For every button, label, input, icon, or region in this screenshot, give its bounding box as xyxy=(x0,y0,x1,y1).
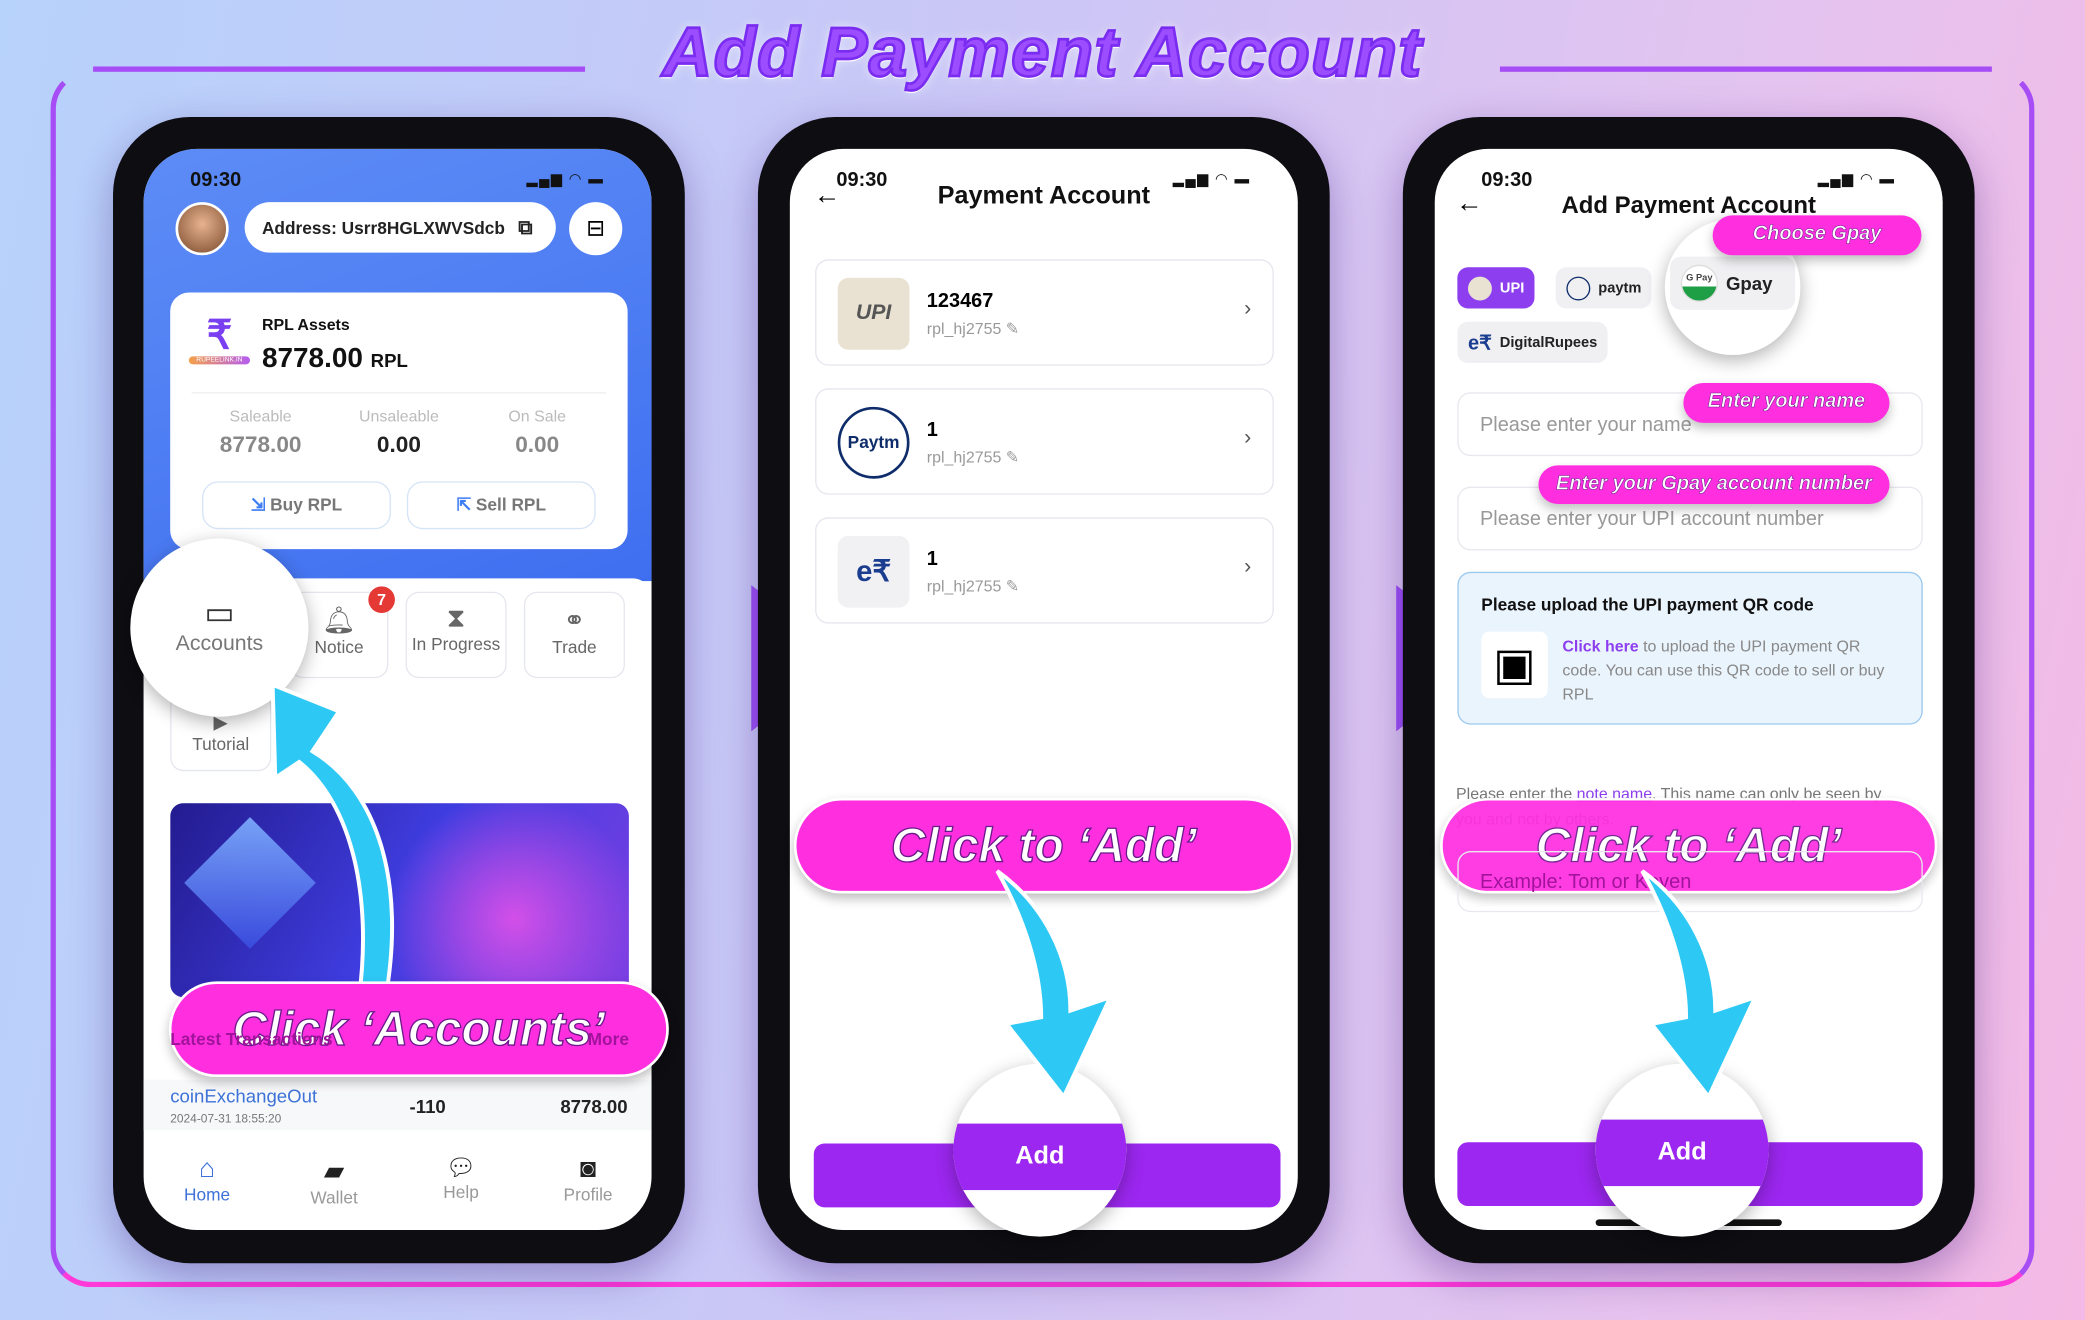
avatar[interactable] xyxy=(175,202,229,256)
hourglass-icon: ⧗ xyxy=(446,603,466,633)
nav-profile[interactable]: ◙ Profile xyxy=(525,1154,652,1230)
qr-code-icon: ▣ xyxy=(1481,631,1548,699)
buy-rpl-button[interactable]: ⇲ Buy RPL xyxy=(202,481,391,530)
assets-value: 8778.00 RPL xyxy=(261,343,408,374)
pointer-arrow-add xyxy=(995,869,1115,1101)
signal-wifi-battery-icon: ▂▄▆ ◠ ▬ xyxy=(1817,171,1896,188)
tx-name: coinExchangeOut xyxy=(170,1085,318,1107)
stat-saleable: Saleable 8778.00 xyxy=(219,406,302,458)
latest-transactions-row: Latest Transactions More xyxy=(170,1029,629,1049)
account-item[interactable]: e₹ 1 rpl_hj2755 ✎ › xyxy=(815,517,1274,624)
home-icon: ⌂ xyxy=(199,1154,216,1184)
paytm-logo: Paytm xyxy=(837,406,910,479)
tile-trade[interactable]: ⚭ Trade xyxy=(523,591,625,679)
status-time: 09:30 xyxy=(190,168,242,192)
sell-rpl-button[interactable]: ⇱ Sell RPL xyxy=(406,481,596,530)
scan-button[interactable]: ⊟ xyxy=(569,202,623,256)
trade-icon: ⚭ xyxy=(563,606,586,636)
gpay-icon: G Pay xyxy=(1680,264,1718,302)
chip-digitalrupees[interactable]: e₹ DigitalRupees xyxy=(1457,321,1608,364)
assets-label: RPL Assets xyxy=(261,315,350,334)
tx-balance: 8778.00 xyxy=(560,1095,628,1117)
address-pill[interactable]: Address: Usrr8HGLXWVSdcb ⧉ xyxy=(244,202,556,253)
rupeelink-logo: ₹ RUPEELINK.IN xyxy=(188,316,250,372)
edit-icon: ✎ xyxy=(1005,319,1020,338)
stats-row: Saleable 8778.00 Unsaleable 0.00 On Sale 0.… xyxy=(191,407,606,459)
assets-card: ₹ RUPEELINK.IN RPL Assets 8778.00 RPL Sa… xyxy=(170,292,628,550)
latest-transactions-label: Latest Transactions xyxy=(170,1029,333,1050)
stat-on-sale: On Sale 0.00 xyxy=(508,406,567,458)
upi-logo: UPI xyxy=(837,277,910,350)
click-here-link[interactable]: Click here xyxy=(1562,637,1638,656)
transaction-row[interactable]: coinExchangeOut 2024-07-31 18:55:20 -110… xyxy=(143,1079,652,1131)
edit-icon: ✎ xyxy=(1005,448,1020,467)
callout-choose-gpay: Choose Gpay xyxy=(1712,215,1922,256)
copy-icon[interactable]: ⧉ xyxy=(518,216,532,239)
nav-wallet[interactable]: ▰ Wallet xyxy=(271,1154,398,1230)
qr-upload-box[interactable]: Please upload the UPI payment QR code ▣ … xyxy=(1457,571,1923,725)
status-time: 09:30 xyxy=(1481,168,1533,192)
wallet-icon: ▰ xyxy=(323,1156,345,1187)
nav-help[interactable]: 💬︎ Help xyxy=(398,1154,525,1230)
tx-date: 2024-07-31 18:55:20 xyxy=(170,1111,282,1125)
qr-title: Please upload the UPI payment QR code xyxy=(1481,594,1814,615)
tx-amount: -110 xyxy=(409,1095,446,1117)
chevron-right-icon: › xyxy=(1244,555,1252,579)
bottom-nav: ⌂ Home ▰ Wallet 💬︎ Help ◙ Profile xyxy=(144,1130,652,1230)
stage: Add Payment Account 09:30 ▂▄▆ ◠ ▬ Addres… xyxy=(0,0,2085,1320)
buy-icon: ⇲ xyxy=(250,494,266,515)
callout-enter-name: Enter your name xyxy=(1683,382,1890,423)
signal-wifi-battery-icon: ▂▄▆ ◠ ▬ xyxy=(526,171,605,188)
address-text: Address: Usrr8HGLXWVSdcb xyxy=(261,217,505,238)
divider xyxy=(191,392,607,394)
notice-badge: 7 xyxy=(368,586,395,613)
chip-gpay: G Pay Gpay xyxy=(1670,256,1796,310)
tile-in-progress[interactable]: ⧗ In Progress xyxy=(405,591,507,679)
upi-icon xyxy=(1467,275,1492,300)
chevron-right-icon: › xyxy=(1244,297,1252,321)
callout-enter-gpay-account: Enter your Gpay account number xyxy=(1538,465,1890,504)
chip-paytm[interactable]: paytm xyxy=(1555,267,1653,309)
page-title: Add Payment Account xyxy=(661,13,1423,93)
sell-icon: ⇱ xyxy=(456,494,472,515)
account-item[interactable]: Paytm 1 rpl_hj2755 ✎ › xyxy=(815,388,1274,495)
paytm-icon xyxy=(1566,275,1591,300)
screen-title: Payment Account xyxy=(937,182,1151,211)
chip-upi[interactable]: UPI xyxy=(1457,267,1535,309)
scan-icon: ⊟ xyxy=(586,215,606,241)
chat-icon: 💬︎ xyxy=(445,1154,477,1181)
nav-home[interactable]: ⌂ Home xyxy=(144,1154,271,1230)
qr-instructions: Click here to upload the UPI payment QR … xyxy=(1562,636,1885,704)
chevron-right-icon: › xyxy=(1244,426,1252,450)
pointer-arrow-add xyxy=(1640,869,1759,1101)
stat-unsaleable: Unsaleable 0.00 xyxy=(358,406,439,458)
edit-icon: ✎ xyxy=(1005,577,1020,596)
erupee-logo: e₹ xyxy=(837,535,910,608)
pointer-arrow-accounts xyxy=(270,681,395,1000)
account-item[interactable]: UPI 123467 rpl_hj2755 ✎ › xyxy=(815,259,1274,366)
wallet-icon: ▭ xyxy=(204,595,235,632)
erupee-icon: e₹ xyxy=(1467,331,1492,355)
profile-icon: ◙ xyxy=(580,1154,597,1184)
more-link[interactable]: More xyxy=(588,1029,629,1049)
